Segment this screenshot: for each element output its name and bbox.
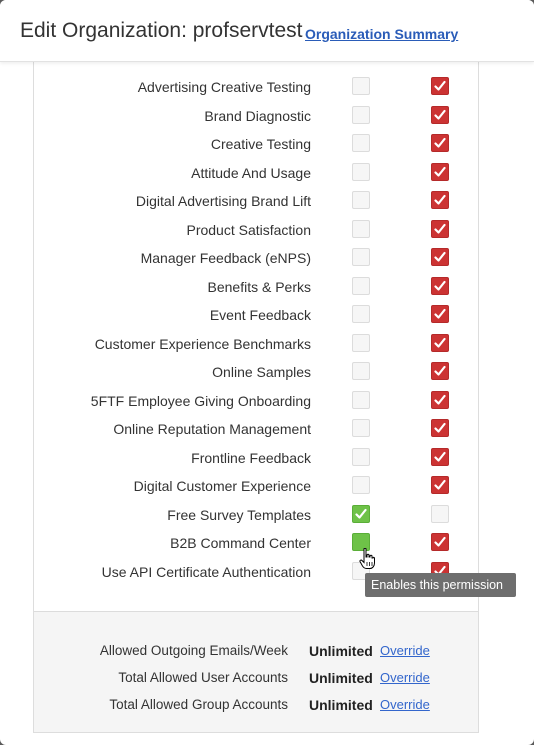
account-limits-section: Allowed Outgoing Emails/Week Unlimited Ove… <box>34 611 478 732</box>
disable-checkbox[interactable] <box>431 191 449 209</box>
permission-row: Attitude And Usage <box>34 160 478 188</box>
permission-label: Manager Feedback (eNPS) <box>140 250 311 266</box>
permission-row: 5FTF Employee Giving Onboarding <box>34 388 478 416</box>
permission-row: Manager Feedback (eNPS) <box>34 245 478 273</box>
enable-checkbox[interactable] <box>352 362 370 380</box>
permission-row: Event Feedback <box>34 302 478 330</box>
override-link[interactable]: Override <box>380 643 430 658</box>
permission-row: Digital Customer Experience <box>34 473 478 501</box>
disable-checkbox[interactable] <box>431 362 449 380</box>
permission-label: Online Samples <box>212 364 311 380</box>
permissions-panel: Brand PerceptionsAdvertising Creative Te… <box>33 43 479 733</box>
permission-label: Benefits & Perks <box>207 278 312 295</box>
permission-label: Digital Advertising Brand Lift <box>135 193 311 209</box>
enable-checkbox[interactable] <box>352 77 370 95</box>
hand-cursor-icon <box>359 547 375 575</box>
disable-checkbox[interactable] <box>431 333 449 352</box>
permission-row: B2B Command Center <box>34 530 478 558</box>
permission-row: Online Samples <box>34 359 478 387</box>
enable-checkbox[interactable] <box>352 276 370 295</box>
override-link[interactable]: Override <box>380 670 430 685</box>
enable-checkbox[interactable] <box>352 248 370 266</box>
permission-row: Digital Advertising Brand Lift <box>34 188 478 216</box>
permission-label: Use API Certificate Authentication <box>101 563 311 580</box>
permission-label: Brand Diagnostic <box>204 107 311 124</box>
organization-summary-link[interactable]: Organization Summary <box>305 26 458 42</box>
disable-checkbox[interactable] <box>431 77 449 95</box>
enable-checkbox[interactable] <box>352 219 370 238</box>
disable-checkbox[interactable] <box>431 447 449 466</box>
limit-label: Allowed Outgoing Emails/Week <box>99 643 288 658</box>
edit-organization-dialog: Edit Organization: profservtest Organiza… <box>0 0 534 745</box>
permission-label: B2B Command Center <box>170 535 311 551</box>
disable-checkbox[interactable] <box>431 504 449 523</box>
permission-label: Event Feedback <box>209 307 311 323</box>
permission-label: Free Survey Templates <box>167 506 311 523</box>
limit-value: Unlimited <box>309 643 373 659</box>
permission-label: Creative Testing <box>210 136 311 152</box>
permission-label: Online Reputation Management <box>113 421 311 437</box>
disable-checkbox[interactable] <box>431 276 449 295</box>
limit-label: Total Allowed Group Accounts <box>109 697 288 712</box>
permission-label: Advertising Creative Testing <box>137 79 311 95</box>
enable-checkbox[interactable] <box>352 305 370 323</box>
enable-checkbox[interactable] <box>352 476 370 494</box>
enable-checkbox[interactable] <box>352 134 370 152</box>
disable-checkbox[interactable] <box>431 533 449 551</box>
enable-checkbox[interactable] <box>352 105 370 124</box>
enable-checkbox[interactable] <box>352 191 370 209</box>
disable-checkbox[interactable] <box>431 162 449 181</box>
override-link[interactable]: Override <box>380 697 430 712</box>
dialog-header: Edit Organization: profservtest Organiza… <box>0 0 534 62</box>
permission-label: Attitude And Usage <box>191 164 311 181</box>
enable-checkbox[interactable] <box>352 447 370 466</box>
permission-label: Digital Customer Experience <box>133 478 311 494</box>
limit-value: Unlimited <box>309 697 373 713</box>
enable-checkbox[interactable] <box>352 504 370 523</box>
permission-row: Advertising Creative Testing <box>34 74 478 102</box>
disable-checkbox[interactable] <box>431 305 449 323</box>
limit-label: Total Allowed User Accounts <box>118 670 288 685</box>
limit-row: Allowed Outgoing Emails/Week Unlimited Ove… <box>34 641 478 661</box>
permission-row: Brand Diagnostic <box>34 103 478 131</box>
disable-checkbox[interactable] <box>431 105 449 124</box>
permission-row: Creative Testing <box>34 131 478 159</box>
permission-label: Frontline Feedback <box>191 449 311 466</box>
permission-label: Product Satisfaction <box>186 221 311 238</box>
disable-checkbox[interactable] <box>431 476 449 494</box>
permission-row: Product Satisfaction <box>34 217 478 245</box>
enable-checkbox[interactable] <box>352 162 370 181</box>
disable-checkbox[interactable] <box>431 219 449 238</box>
permission-row: Customer Experience Benchmarks <box>34 331 478 359</box>
permission-label: Customer Experience Benchmarks <box>94 335 311 352</box>
permission-tooltip: Enables this permission <box>365 573 516 597</box>
disable-checkbox[interactable] <box>431 390 449 409</box>
enable-checkbox[interactable] <box>352 333 370 352</box>
permission-row: Benefits & Perks <box>34 274 478 302</box>
dialog-title: Edit Organization: profservtest <box>20 19 303 42</box>
permission-row: Frontline Feedback <box>34 445 478 473</box>
enable-checkbox[interactable] <box>352 419 370 437</box>
limit-row: Total Allowed Group Accounts Unlimited Ove… <box>34 695 478 715</box>
disable-checkbox[interactable] <box>431 248 449 266</box>
permission-row: Free Survey Templates <box>34 502 478 530</box>
disable-checkbox[interactable] <box>431 134 449 152</box>
permission-row: Online Reputation Management <box>34 416 478 444</box>
permission-label: 5FTF Employee Giving Onboarding <box>90 392 311 409</box>
disable-checkbox[interactable] <box>431 419 449 437</box>
limit-value: Unlimited <box>309 670 373 686</box>
enable-checkbox[interactable] <box>352 390 370 409</box>
limit-row: Total Allowed User Accounts Unlimited Over… <box>34 668 478 688</box>
